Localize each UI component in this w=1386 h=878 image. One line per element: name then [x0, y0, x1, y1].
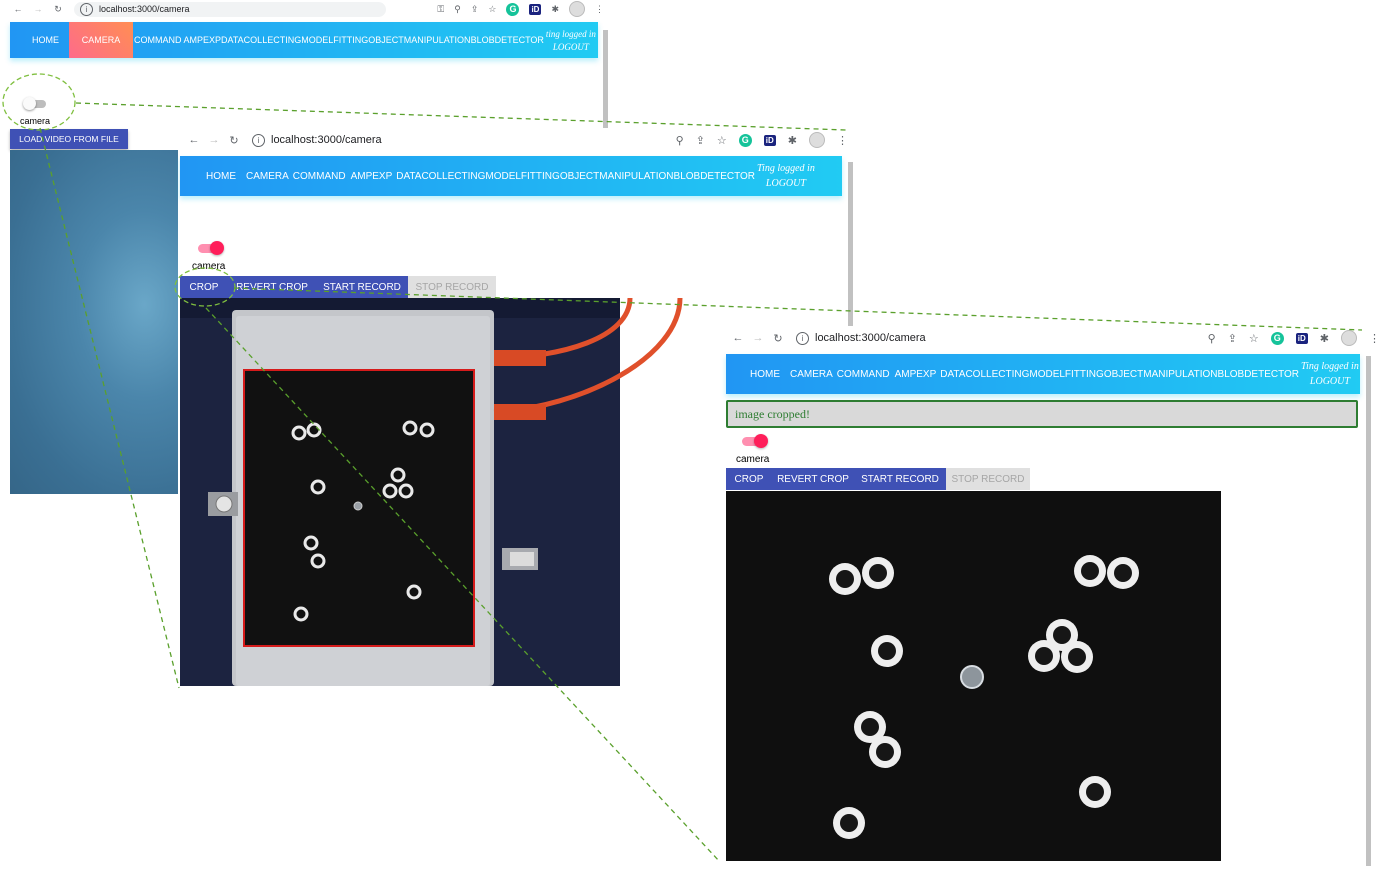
- callout-lines: [39, 102, 1363, 863]
